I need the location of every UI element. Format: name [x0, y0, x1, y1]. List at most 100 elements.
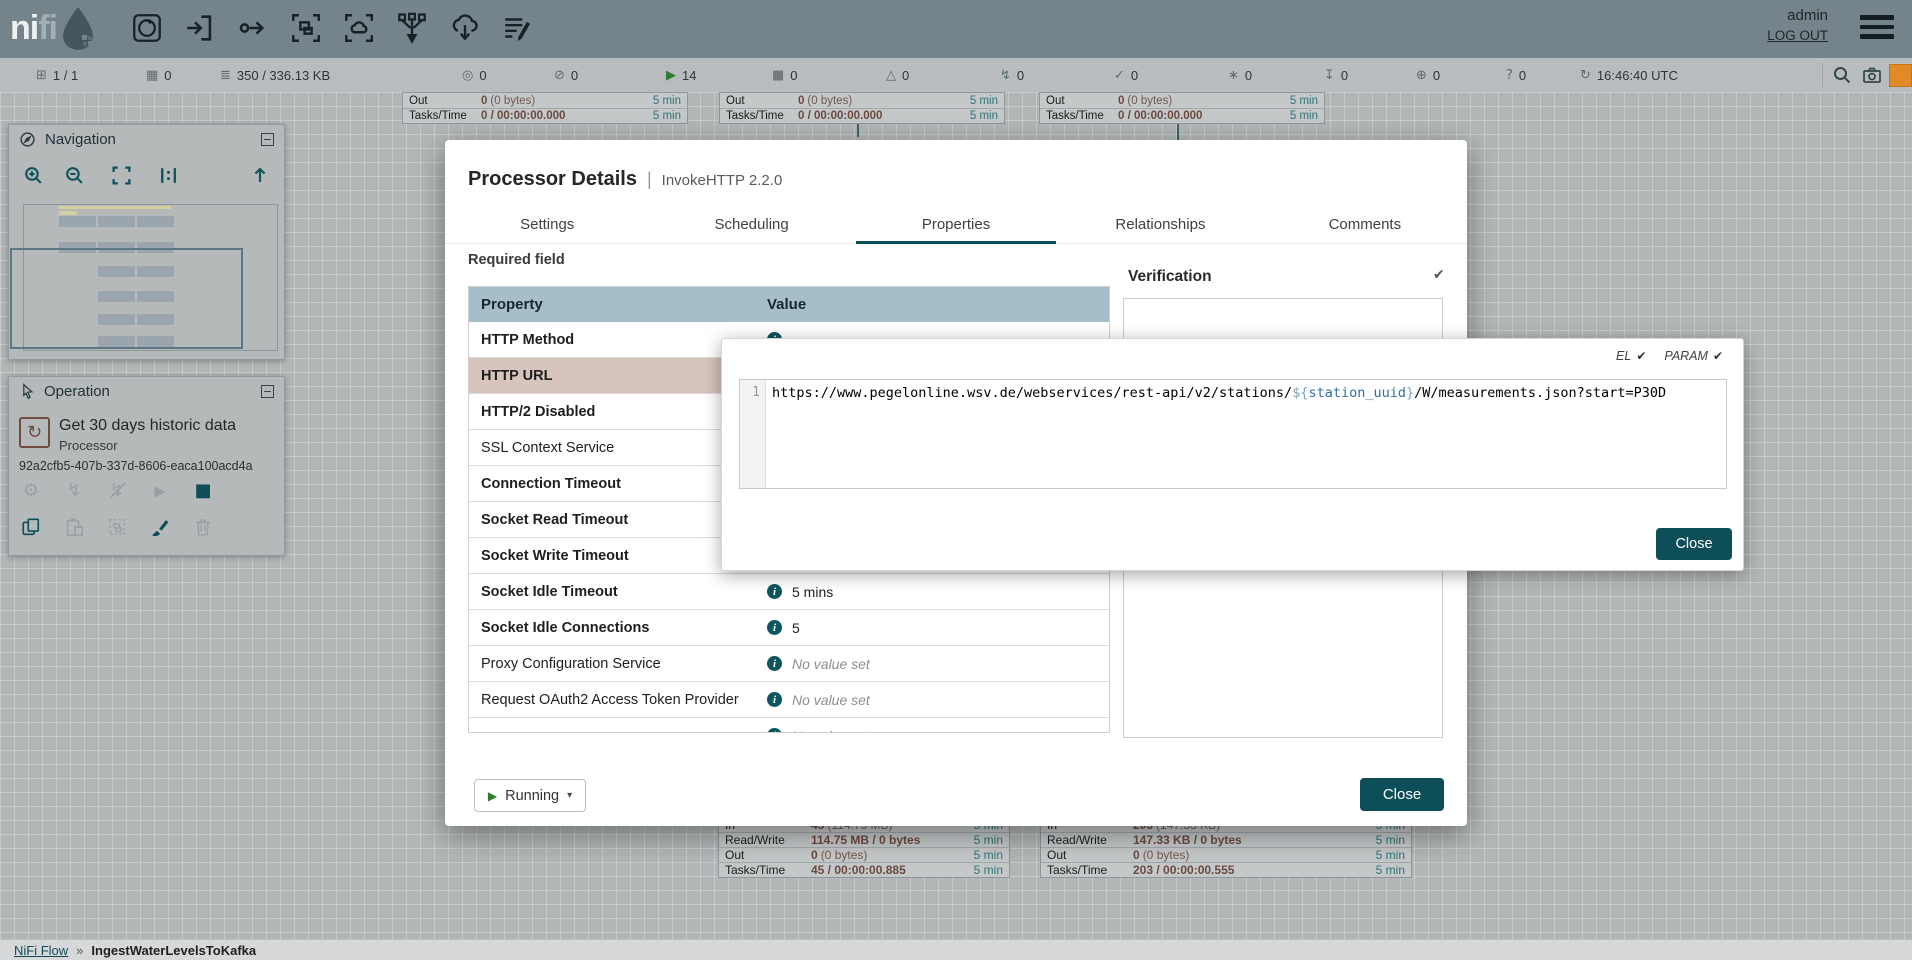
dialog-title: Processor Details — [468, 168, 637, 191]
selected-component-name: Get 30 days historic data — [59, 417, 236, 435]
tab-properties[interactable]: Properties — [854, 210, 1058, 243]
up-to-date-status[interactable]: 0 — [1114, 58, 1138, 92]
label-icon[interactable] — [501, 11, 535, 45]
transmitting-status[interactable]: 0 — [462, 58, 487, 92]
selected-component-type: Processor — [59, 438, 118, 453]
property-row[interactable]: Request OAuth2 Access Token ProviderNo v… — [469, 682, 1109, 718]
breadcrumb: NiFi Flow » IngestWaterLevelsToKafka — [0, 939, 1912, 960]
required-field-label: Required field — [468, 252, 565, 268]
tab-settings[interactable]: Settings — [445, 210, 649, 243]
disabled-icon — [1000, 68, 1011, 83]
active-threads-status[interactable]: 0 — [146, 58, 172, 92]
sync-failure-icon — [1506, 68, 1513, 83]
group-icon[interactable] — [107, 517, 127, 537]
process-group-icon[interactable] — [289, 11, 323, 45]
stale-status[interactable]: 0 — [1324, 58, 1348, 92]
locally-modified-stale-icon — [1416, 68, 1427, 83]
delete-icon[interactable] — [193, 517, 213, 537]
el-supported-badge: EL — [1616, 349, 1646, 363]
property-row[interactable]: Socket Idle Connections5 — [469, 610, 1109, 646]
output-port-icon[interactable] — [236, 11, 270, 45]
nifi-logo: nifi — [10, 5, 99, 51]
processor-stats-card[interactable]: Out0(0 bytes)5 min Tasks/Time0 / 00:00:0… — [402, 92, 688, 124]
birdseye-icon[interactable] — [1862, 65, 1882, 85]
cloud-download-icon[interactable] — [448, 11, 482, 45]
disabled-status[interactable]: 0 — [1000, 58, 1024, 92]
divider — [1822, 63, 1823, 87]
selected-component-id: 92a2cfb5-407b-337d-8606-eaca100acd4a — [19, 459, 253, 473]
copy-icon[interactable] — [21, 517, 41, 537]
property-row[interactable]: Proxy Configuration ServiceNo value set — [469, 646, 1109, 682]
property-row[interactable]: Socket Idle Timeout5 mins — [469, 574, 1109, 610]
tab-scheduling[interactable]: Scheduling — [649, 210, 853, 243]
zoom-out-icon[interactable] — [64, 165, 85, 186]
processor-icon[interactable] — [130, 11, 164, 45]
property-row[interactable]: No value set — [469, 718, 1109, 733]
enable-icon[interactable]: ↯ — [64, 480, 84, 501]
navigation-icon — [19, 131, 36, 148]
collapse-icon[interactable] — [261, 133, 274, 146]
cluster-status[interactable]: 1 / 1 — [36, 58, 78, 92]
stopped-status[interactable]: 0 — [772, 58, 798, 92]
minimap-viewport[interactable] — [10, 248, 243, 349]
param-supported-badge: PARAM — [1664, 349, 1723, 363]
breadcrumb-root-link[interactable]: NiFi Flow — [14, 943, 68, 958]
menu-icon[interactable] — [1860, 15, 1894, 44]
processor-stats-card[interactable]: Out0(0 bytes)5 min Tasks/Time0 / 00:00:0… — [719, 92, 1005, 124]
zoom-in-icon[interactable] — [23, 165, 44, 186]
processor-stats-card[interactable]: Out0(0 bytes)5 min Tasks/Time0 / 00:00:0… — [1039, 92, 1325, 124]
info-icon[interactable] — [767, 728, 782, 733]
up-arrow-icon[interactable] — [250, 165, 270, 185]
dialog-close-button[interactable]: Close — [1360, 778, 1444, 811]
input-port-icon[interactable] — [183, 11, 217, 45]
remote-process-group-icon[interactable] — [342, 11, 376, 45]
verification-title: Verification — [1128, 268, 1212, 286]
sync-failure-status[interactable]: 0 — [1506, 58, 1526, 92]
zoom-actual-icon[interactable] — [158, 165, 179, 186]
value-input[interactable]: https://www.pegelonline.wsv.de/webservic… — [766, 380, 1726, 488]
info-icon[interactable] — [767, 692, 782, 707]
info-icon[interactable] — [767, 620, 782, 635]
not-transmitting-status[interactable]: 0 — [554, 58, 578, 92]
logout-link[interactable]: LOG OUT — [1767, 28, 1828, 43]
stop-icon[interactable]: ■ — [193, 480, 213, 501]
transmitting-icon — [462, 68, 473, 83]
zoom-fit-icon[interactable] — [111, 165, 132, 186]
connection-line — [857, 123, 859, 137]
hand-icon — [19, 383, 35, 399]
run-state-button[interactable]: ▶ Running ▾ — [474, 779, 586, 812]
queued-status[interactable]: 350 / 336.13 KB — [220, 58, 330, 92]
running-status[interactable]: 14 — [666, 58, 696, 92]
color-icon[interactable] — [150, 517, 170, 537]
panel-title: Navigation — [45, 131, 116, 148]
info-icon[interactable] — [767, 656, 782, 671]
start-icon[interactable]: ▶ — [150, 482, 170, 500]
paste-icon[interactable] — [64, 517, 84, 537]
disable-icon[interactable]: ↯ — [107, 480, 127, 501]
editor-close-button[interactable]: Close — [1656, 528, 1732, 560]
logo-text: ni — [10, 9, 38, 48]
collapse-icon[interactable] — [261, 385, 274, 398]
stale-icon — [1324, 68, 1335, 83]
navigation-panel: Navigation — [8, 124, 285, 360]
configure-icon[interactable]: ⚙ — [21, 480, 41, 501]
flow-analysis-button[interactable] — [1889, 64, 1912, 87]
locally-modified-stale-status[interactable]: 0 — [1416, 58, 1440, 92]
funnel-icon[interactable] — [395, 11, 429, 45]
search-icon[interactable] — [1832, 65, 1852, 85]
info-icon[interactable] — [767, 584, 782, 599]
queued-icon — [220, 68, 231, 83]
invalid-icon — [886, 68, 896, 83]
dialog-tabs: Settings Scheduling Properties Relations… — [445, 210, 1467, 244]
active-threads-icon — [146, 68, 158, 83]
locally-modified-icon — [1228, 68, 1239, 83]
tab-comments[interactable]: Comments — [1263, 210, 1467, 243]
value-editor[interactable]: 1 https://www.pegelonline.wsv.de/webserv… — [739, 379, 1727, 489]
tab-relationships[interactable]: Relationships — [1058, 210, 1262, 243]
value-editor-popup: EL PARAM 1 https://www.pegelonline.wsv.d… — [721, 338, 1744, 571]
play-icon: ▶ — [488, 789, 497, 803]
last-refreshed[interactable]: 16:46:40 UTC — [1580, 58, 1678, 92]
locally-modified-status[interactable]: 0 — [1228, 58, 1252, 92]
invalid-status[interactable]: 0 — [886, 58, 909, 92]
verification-check-icon[interactable]: ✔ — [1433, 267, 1445, 283]
